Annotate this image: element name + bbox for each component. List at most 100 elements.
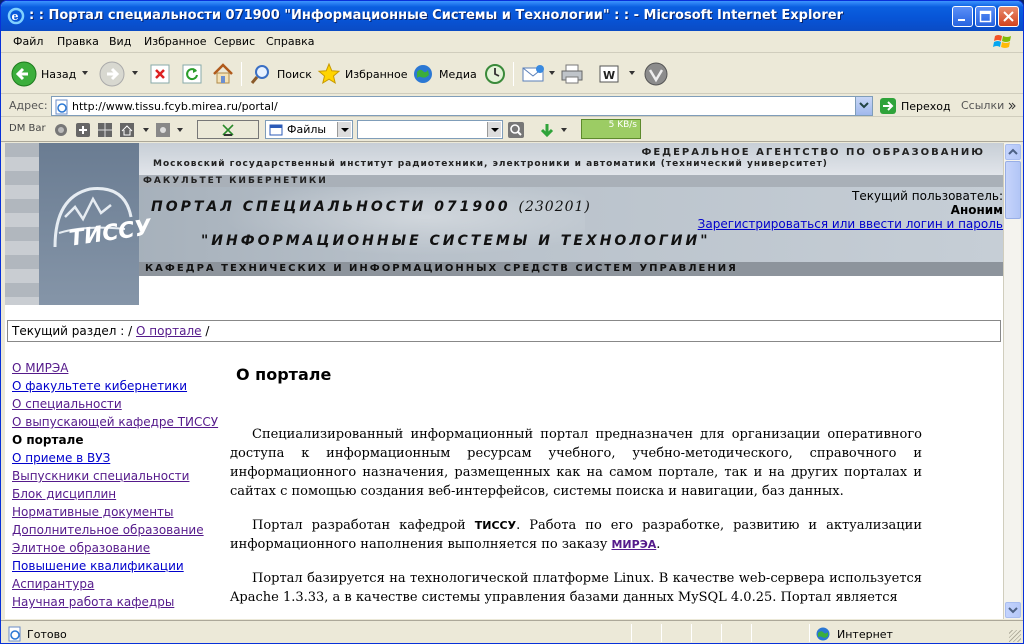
- chevron-right-icon[interactable]: [1007, 101, 1017, 111]
- nav-item[interactable]: Элитное образование: [12, 541, 212, 559]
- edit-button[interactable]: W: [597, 60, 621, 88]
- nav-item[interactable]: О приеме в ВУЗ: [12, 451, 212, 469]
- dm-settings-dropdown-arrow[interactable]: [177, 128, 183, 132]
- home-small-icon[interactable]: [119, 122, 135, 138]
- add-icon[interactable]: [75, 122, 91, 138]
- dm-files-label: Файлы: [287, 123, 327, 136]
- dm-download-dropdown-arrow[interactable]: [561, 128, 567, 132]
- content-paragraph-3: Портал базируется на технологической пла…: [230, 571, 922, 605]
- forward-arrow-icon: [99, 61, 125, 87]
- svg-text:e: e: [12, 10, 19, 23]
- status-zone: Интернет: [815, 626, 893, 642]
- media-button[interactable]: Медиа: [411, 60, 477, 88]
- refresh-button[interactable]: [181, 60, 203, 88]
- dm-search-dropdown-arrow[interactable]: [487, 122, 501, 137]
- scroll-up-button[interactable]: [1005, 144, 1021, 160]
- login-link[interactable]: Зарегистрироваться или ввести логин и па…: [698, 217, 1003, 231]
- dm-home-dropdown-arrow[interactable]: [143, 128, 149, 132]
- menu-bar: Файл Правка Вид Избранное Сервис Справка: [1, 31, 1023, 53]
- nav-item[interactable]: О специальности: [12, 397, 212, 415]
- go-button[interactable]: Переход: [879, 97, 951, 115]
- windows-logo-icon: [993, 35, 1011, 48]
- site-logo[interactable]: ТИССУ: [39, 143, 153, 305]
- history-icon: [485, 64, 505, 84]
- minimize-button[interactable]: [952, 6, 973, 27]
- banner-department: КАФЕДРА ТЕХНИЧЕСКИХ И ИНФОРМАЦИОННЫХ СРЕ…: [145, 263, 738, 274]
- scroll-down-button[interactable]: [1005, 602, 1021, 618]
- messenger-button[interactable]: [643, 60, 669, 88]
- chevron-down-icon: [1008, 607, 1018, 614]
- address-label: Адрес:: [9, 99, 48, 112]
- menu-file[interactable]: Файл: [13, 35, 43, 48]
- nav-item[interactable]: Дополнительное образование: [12, 523, 212, 541]
- nav-item[interactable]: Научная работа кафедры: [12, 595, 212, 613]
- nav-item[interactable]: О выпускающей кафедре ТИССУ: [12, 415, 218, 433]
- vertical-scrollbar[interactable]: [1003, 143, 1021, 619]
- menu-favorites[interactable]: Избранное: [144, 35, 206, 48]
- download-arrow-icon[interactable]: [539, 122, 555, 138]
- address-box[interactable]: [51, 96, 873, 116]
- dm-bar-label: DM Bar: [9, 123, 46, 134]
- svg-text:W: W: [603, 69, 615, 82]
- menu-edit[interactable]: Правка: [57, 35, 99, 48]
- nav-item[interactable]: Аспирантура: [12, 577, 212, 595]
- dm-files-dropdown-arrow[interactable]: [337, 122, 351, 137]
- back-dropdown-arrow[interactable]: [82, 71, 88, 75]
- forward-dropdown-arrow[interactable]: [132, 71, 138, 75]
- mail-button[interactable]: [521, 60, 547, 88]
- status-separator: [809, 624, 810, 642]
- edit-dropdown-arrow[interactable]: [629, 71, 635, 75]
- address-dropdown-button[interactable]: [855, 97, 872, 115]
- status-separator: [721, 624, 722, 642]
- menu-help[interactable]: Справка: [266, 35, 314, 48]
- home-button[interactable]: [211, 60, 235, 88]
- ie-icon: e: [7, 7, 25, 25]
- dm-search-icon[interactable]: [507, 121, 525, 139]
- favorites-label: Избранное: [345, 67, 408, 81]
- forward-button[interactable]: [99, 60, 125, 88]
- scroll-thumb[interactable]: [1005, 161, 1021, 219]
- dm-files-select[interactable]: Файлы: [265, 120, 353, 139]
- title-bar[interactable]: e : : Портал специальности 071900 "Инфор…: [1, 1, 1023, 31]
- toolbar-separator: [513, 62, 514, 86]
- stop-button[interactable]: [149, 60, 171, 88]
- address-input[interactable]: [72, 99, 852, 114]
- go-label: Переход: [901, 99, 951, 113]
- status-separator: [751, 624, 752, 642]
- maximize-button[interactable]: [975, 6, 996, 27]
- status-separator: [661, 624, 662, 642]
- print-button[interactable]: [559, 60, 585, 88]
- grid-icon[interactable]: [97, 122, 113, 138]
- breadcrumb: Текущий раздел : / О портале /: [7, 320, 1001, 342]
- search-button[interactable]: Поиск: [249, 60, 312, 88]
- nav-item[interactable]: Нормативные документы: [12, 505, 212, 523]
- links-button[interactable]: Ссылки: [961, 99, 1004, 112]
- resize-grip[interactable]: [1009, 630, 1021, 642]
- nav-item[interactable]: Выпускники специальности: [12, 469, 212, 487]
- maximize-icon: [979, 10, 992, 23]
- globe-icon[interactable]: [53, 122, 69, 138]
- dm-status-box[interactable]: [197, 120, 259, 139]
- content-paragraph-1: Специализированный информационный портал…: [230, 427, 922, 499]
- chevron-down-icon: [859, 102, 869, 109]
- browser-window: e : : Портал специальности 071900 "Инфор…: [0, 0, 1024, 644]
- mirea-link[interactable]: МИРЭА: [611, 538, 656, 551]
- back-button[interactable]: Назад: [11, 60, 76, 88]
- nav-item[interactable]: Блок дисциплин: [12, 487, 212, 505]
- settings-icon[interactable]: [155, 122, 171, 138]
- nav-item[interactable]: Повышение квалификации: [12, 559, 212, 577]
- nav-item[interactable]: О МИРЭА: [12, 361, 212, 379]
- breadcrumb-link-about-portal[interactable]: О портале: [136, 324, 201, 338]
- menu-view[interactable]: Вид: [109, 35, 131, 48]
- nav-item[interactable]: О факультете кибернетики: [12, 379, 212, 397]
- menu-tools[interactable]: Сервис: [214, 35, 255, 48]
- dm-bar-toolbar: DM Bar Файлы 5 KB/s: [1, 118, 1023, 142]
- history-button[interactable]: [483, 60, 507, 88]
- banner-institute: Московский государственный институт ради…: [153, 159, 828, 169]
- dm-search-input[interactable]: [357, 120, 503, 139]
- close-button[interactable]: [998, 6, 1019, 27]
- mail-dropdown-arrow[interactable]: [549, 71, 555, 75]
- p2-text-e: .: [656, 537, 661, 552]
- favorites-button[interactable]: Избранное: [317, 60, 407, 88]
- dm-speed-indicator: 5 KB/s: [581, 119, 641, 139]
